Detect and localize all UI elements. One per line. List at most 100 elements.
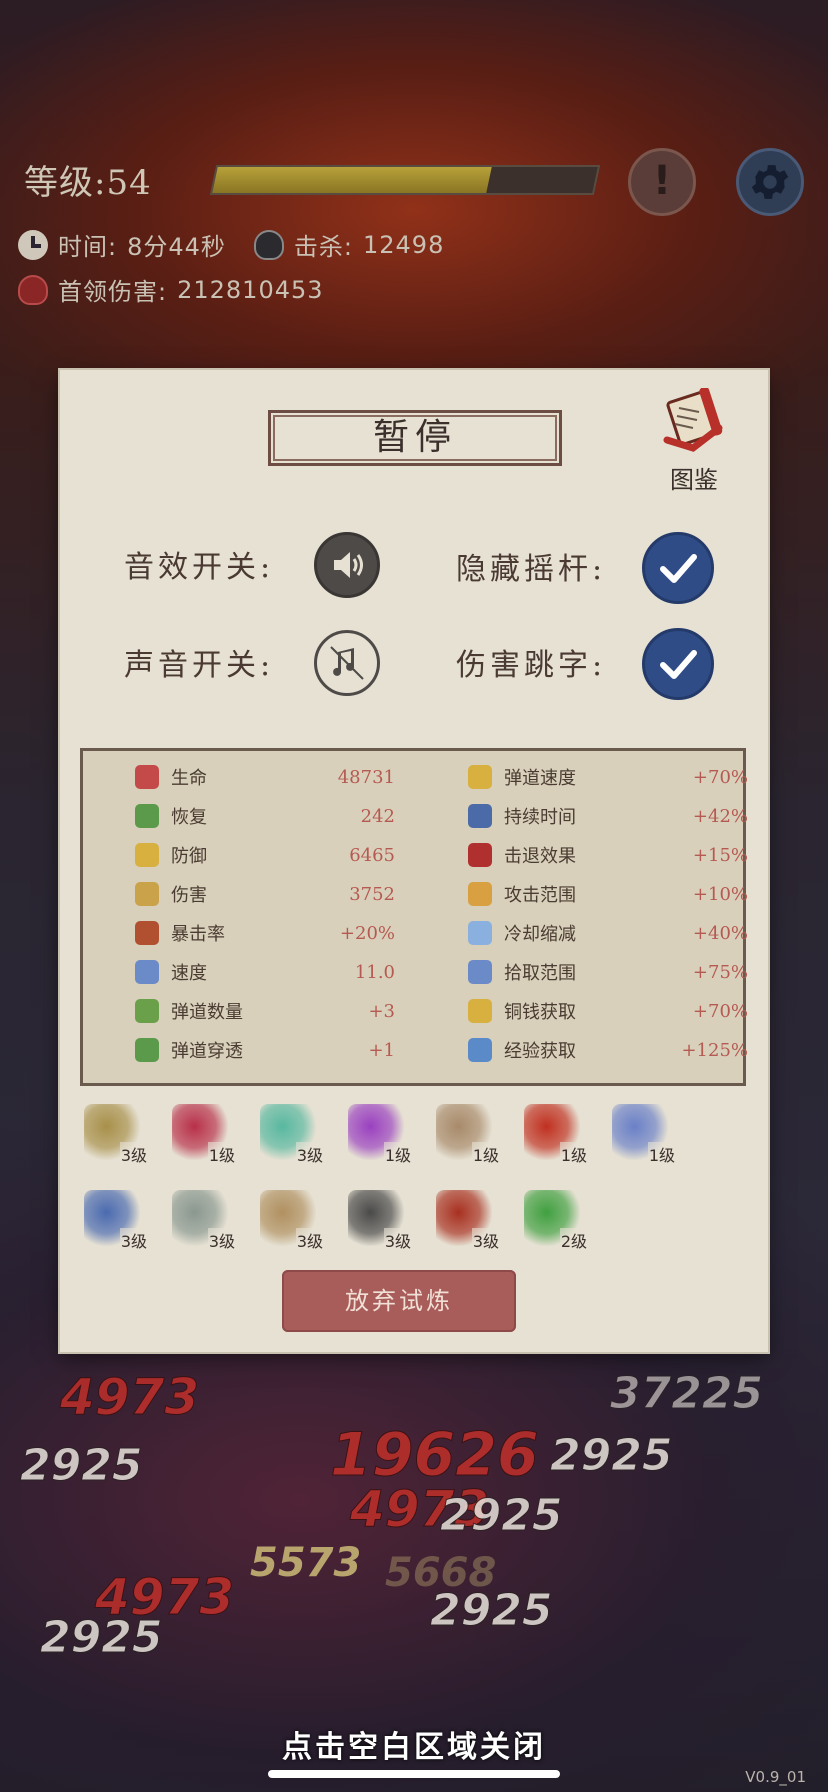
damage-number: 2925	[19, 1440, 143, 1492]
item-level: 3级	[295, 1142, 324, 1166]
kills-label: 击杀:	[293, 233, 353, 261]
xp-bar	[209, 165, 601, 195]
item-level: 1级	[471, 1142, 500, 1166]
stat-name: 恢复	[171, 807, 207, 828]
stat-name: 生命	[171, 768, 207, 789]
scroll-icon	[468, 1038, 492, 1062]
damage-number: 2925	[439, 1490, 563, 1542]
hud-boss-damage: 首领伤害: 212810453	[18, 272, 324, 307]
stat-value: +1	[368, 1039, 395, 1061]
item-level: 1级	[647, 1142, 676, 1166]
plus-icon	[135, 804, 159, 828]
stat-value: +42%	[692, 805, 748, 827]
fist-icon	[468, 843, 492, 867]
stat-name: 防御	[171, 846, 207, 867]
damage-numbers-label: 伤害跳字:	[456, 648, 607, 683]
stat-name: 经验获取	[504, 1041, 576, 1062]
sound-toggle[interactable]	[314, 630, 380, 696]
stat-row: 速度 11.0	[135, 956, 395, 988]
equipment-slot[interactable]: 1级	[520, 1100, 588, 1166]
time-label: 时间:	[58, 233, 118, 261]
abandon-trial-button[interactable]: 放弃试炼	[282, 1270, 516, 1332]
stat-value: +10%	[692, 883, 748, 905]
stats-panel: 生命 48731 恢复 242 防御 6465 伤害 3752 暴击率 +20% 速度 11.0 弹道数…	[80, 748, 748, 1086]
item-level: 3级	[295, 1228, 324, 1252]
damage-number: 4973	[59, 1368, 200, 1427]
stat-value: 48731	[337, 766, 395, 788]
stat-name: 伤害	[171, 885, 207, 906]
equipment-slot[interactable]: 3级	[344, 1186, 412, 1252]
damage-numbers-checkbox[interactable]	[642, 628, 714, 700]
sound-effect-label: 音效开关:	[124, 550, 275, 585]
equipment-slot[interactable]: 1级	[608, 1100, 676, 1166]
item-level: 3级	[119, 1142, 148, 1166]
alert-button[interactable]: !	[628, 148, 696, 216]
equipment-slot[interactable]: 1级	[168, 1100, 236, 1166]
dagger-icon	[135, 882, 159, 906]
stat-row: 弹道穿透 +1	[135, 1034, 395, 1066]
item-level: 1级	[559, 1142, 588, 1166]
stat-name: 暴击率	[171, 924, 225, 945]
equipment-slot[interactable]: 3级	[80, 1100, 148, 1166]
stat-name: 攻击范围	[504, 885, 576, 906]
stat-value: +125%	[681, 1039, 748, 1061]
item-level: 3级	[119, 1228, 148, 1252]
target-icon	[468, 882, 492, 906]
sound-effect-toggle[interactable]	[314, 532, 380, 598]
stat-row: 冷却缩减 +40%	[468, 917, 748, 949]
item-level: 2级	[559, 1228, 588, 1252]
stat-value: 242	[360, 805, 395, 827]
equipment-slot[interactable]: 2级	[520, 1186, 588, 1252]
stat-value: 3752	[349, 883, 395, 905]
equipment-slot[interactable]: 1级	[432, 1100, 500, 1166]
hide-joystick-checkbox[interactable]	[642, 532, 714, 604]
stat-row: 暴击率 +20%	[135, 917, 395, 949]
stat-row: 弹道数量 +3	[135, 995, 395, 1027]
stat-value: 11.0	[354, 961, 395, 983]
stat-row: 防御 6465	[135, 839, 395, 871]
helmet-icon	[135, 843, 159, 867]
stat-value: +3	[368, 1000, 395, 1022]
stat-row: 铜钱获取 +70%	[468, 995, 748, 1027]
damage-number: 5573	[250, 1540, 362, 1586]
item-level: 3级	[383, 1228, 412, 1252]
stat-value: +15%	[692, 844, 748, 866]
stat-value: +75%	[692, 961, 748, 983]
equipment-slot[interactable]: 3级	[256, 1100, 324, 1166]
stat-row: 攻击范围 +10%	[468, 878, 748, 910]
book-label: 图鉴	[670, 466, 718, 494]
encyclopedia-button[interactable]: 图鉴	[655, 388, 733, 498]
heart-icon	[135, 765, 159, 789]
stat-row: 持续时间 +42%	[468, 800, 748, 832]
stat-name: 速度	[171, 963, 207, 984]
snowflake-icon	[468, 921, 492, 945]
hide-joystick-label: 隐藏摇杆:	[456, 552, 607, 587]
home-indicator	[268, 1770, 560, 1778]
music-note-icon	[330, 646, 364, 680]
stat-name: 击退效果	[504, 846, 576, 867]
close-hint: 点击空白区域关闭	[282, 1730, 546, 1765]
stat-value: +40%	[692, 922, 748, 944]
arrows-icon	[135, 999, 159, 1023]
time-value: 8分44秒	[127, 233, 226, 261]
equipment-slot[interactable]: 3级	[432, 1186, 500, 1252]
stat-name: 持续时间	[504, 807, 576, 828]
settings-button[interactable]	[736, 148, 804, 216]
stat-row: 击退效果 +15%	[468, 839, 748, 871]
equipment-slot[interactable]: 1级	[344, 1100, 412, 1166]
damage-number: 37225	[609, 1368, 764, 1420]
crit-icon	[135, 921, 159, 945]
sound-label: 声音开关:	[124, 648, 275, 683]
skull-icon	[253, 229, 284, 260]
equipment-slot[interactable]: 3级	[256, 1186, 324, 1252]
item-level: 3级	[471, 1228, 500, 1252]
boss-damage-label: 首领伤害:	[58, 278, 168, 306]
hud-time-kills: 时间: 8分44秒 击杀: 12498	[18, 227, 444, 262]
xp-bar-fill	[212, 167, 492, 193]
stat-row: 弹道速度 +70%	[468, 761, 748, 793]
stat-name: 冷却缩减	[504, 924, 576, 945]
stat-row: 经验获取 +125%	[468, 1034, 748, 1066]
equipment-slot[interactable]: 3级	[80, 1186, 148, 1252]
equipment-slot[interactable]: 3级	[168, 1186, 236, 1252]
stat-name: 拾取范围	[504, 963, 576, 984]
